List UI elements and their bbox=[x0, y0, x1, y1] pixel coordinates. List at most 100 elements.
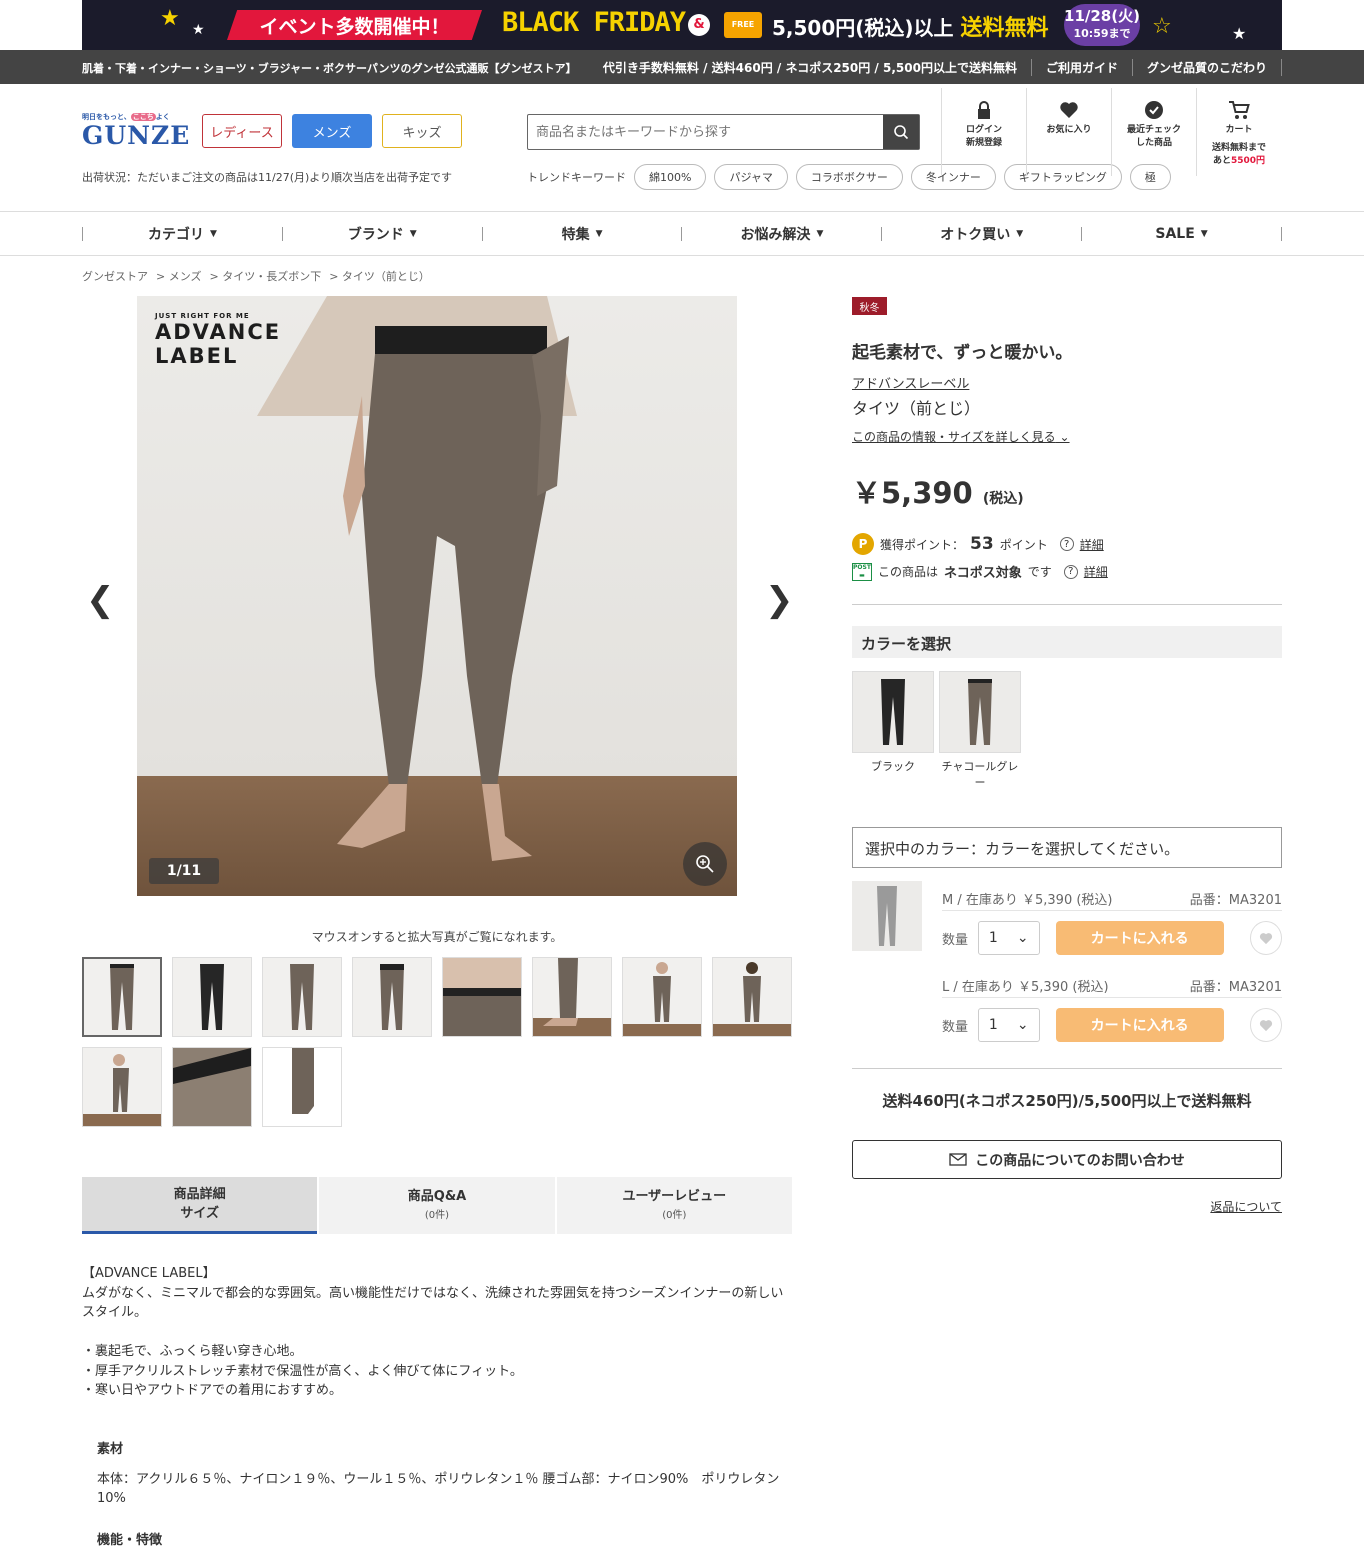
sku-thumbnail bbox=[852, 881, 922, 951]
color-swatch-charcoal[interactable]: チャコールグレー bbox=[939, 671, 1021, 791]
divider bbox=[852, 1068, 1282, 1069]
main-product-image[interactable]: JUST RIGHT FOR ME ADVANCE LABEL 1/11 bbox=[137, 296, 737, 896]
kids-button[interactable]: キッズ bbox=[382, 114, 462, 148]
thumbnail[interactable] bbox=[262, 957, 342, 1037]
thumbnail[interactable] bbox=[442, 957, 522, 1037]
material-section: 素材 本体：アクリル６５％、ナイロン１９％、ウール１５％、ポリウレタン１％ 腰ゴ… bbox=[97, 1440, 787, 1509]
thumbnail[interactable] bbox=[82, 1047, 162, 1127]
description-bullet: ・厚手アクリルストレッチ素材で保温性が高く、よく伸びて体にフィット。 bbox=[82, 1363, 523, 1379]
favorite-toggle[interactable] bbox=[1249, 921, 1282, 955]
heart-icon bbox=[1259, 1019, 1272, 1031]
points-detail-link[interactable]: 詳細 bbox=[1080, 536, 1104, 553]
sku-row-m: M / 在庫あり ￥5,390 (税込) 品番：MA3201 数量 1 ⌄ カートに… bbox=[942, 889, 1282, 955]
guide-link[interactable]: ご利用ガイド bbox=[1032, 59, 1133, 76]
favorite-toggle[interactable] bbox=[1249, 1008, 1282, 1042]
help-icon[interactable]: ? bbox=[1063, 564, 1078, 579]
nav-feature[interactable]: 特集 ▼ bbox=[481, 227, 682, 243]
feature-section: 機能・特徴 bbox=[97, 1531, 787, 1551]
description-bullet: ・裏起毛で、ふっくら軽い穿き心地。 bbox=[82, 1344, 303, 1359]
breadcrumb-item[interactable]: > タイツ・長ズボン下 bbox=[210, 268, 322, 284]
free-shipping-text: 5,500円(税込)以上 送料無料 bbox=[772, 16, 1049, 41]
quantity-select[interactable]: 1 ⌄ bbox=[977, 921, 1040, 955]
star-icon: ★ bbox=[1232, 24, 1247, 43]
color-swatches: ブラック チャコールグレー bbox=[852, 671, 1021, 791]
thumbnail[interactable] bbox=[532, 957, 612, 1037]
site-tagline: 肌着・下着・インナー・ショーツ・ブラジャー・ボクサーパンツのグンゼ公式通販【グン… bbox=[82, 62, 577, 75]
search-button[interactable] bbox=[883, 115, 919, 149]
color-swatch-black[interactable]: ブラック bbox=[852, 671, 934, 791]
quality-link[interactable]: グンゼ品質のこだわり bbox=[1133, 59, 1282, 76]
add-to-cart-button[interactable]: カートに入れる bbox=[1055, 1008, 1224, 1042]
favorite-button[interactable]: お気に入り bbox=[1026, 88, 1111, 176]
promo-banner[interactable]: ★ ★ イベント多数開催中！ BLACK FRIDAY & FREE 5,500… bbox=[82, 0, 1282, 50]
nav-solutions[interactable]: お悩み解決 ▼ bbox=[681, 227, 881, 243]
tab-details[interactable]: 商品詳細 サイズ bbox=[82, 1177, 318, 1234]
season-badge: 秋冬 bbox=[852, 297, 887, 315]
feature-title: 機能・特徴 bbox=[97, 1533, 163, 1548]
material-text: 本体：アクリル６５％、ナイロン１９％、ウール１５％、ポリウレタン１％ 腰ゴム部：… bbox=[97, 1471, 780, 1507]
detail-tabs: 商品詳細 サイズ 商品Q&A (0件) ユーザーレビュー (0件) bbox=[82, 1177, 792, 1234]
lock-icon bbox=[978, 101, 990, 119]
help-icon[interactable]: ? bbox=[1059, 537, 1074, 551]
shipping-info-link[interactable]: 代引き手数料無料 / 送料460円 / ネコポス250円 / 5,500円以上で… bbox=[603, 59, 1032, 76]
quantity-select[interactable]: 1 ⌄ bbox=[977, 1008, 1040, 1042]
divider bbox=[852, 604, 1282, 605]
thumbnail[interactable] bbox=[352, 957, 432, 1037]
description-heading: 【ADVANCE LABEL】 bbox=[82, 1266, 216, 1281]
thumbnail[interactable] bbox=[82, 957, 162, 1037]
cart-icon bbox=[1229, 101, 1250, 119]
product-info-link[interactable]: この商品の情報・サイズを詳しく見る ⌄ bbox=[852, 428, 1070, 445]
gunze-logo[interactable]: 明日をもっと、 ここち よく GUNZE bbox=[82, 112, 189, 152]
prev-image-button[interactable]: ❮ bbox=[86, 580, 115, 620]
thumbnail[interactable] bbox=[622, 957, 702, 1037]
info-bar: 肌着・下着・インナー・ショーツ・ブラジャー・ボクサーパンツのグンゼ公式通販【グン… bbox=[0, 50, 1364, 84]
nav-category[interactable]: カテゴリ ▼ bbox=[82, 227, 282, 243]
product-name: タイツ（前とじ） bbox=[852, 399, 981, 418]
breadcrumb-item[interactable]: グンゼストア bbox=[82, 268, 148, 284]
thumbnail[interactable] bbox=[712, 957, 792, 1037]
trend-chip[interactable]: コラボボクサー bbox=[795, 164, 903, 190]
cart-button[interactable]: カート 送料無料まで あと5500円 bbox=[1196, 88, 1281, 176]
next-image-button[interactable]: ❯ bbox=[765, 580, 794, 620]
tab-qa[interactable]: 商品Q&A (0件) bbox=[319, 1177, 555, 1234]
heart-icon bbox=[1060, 102, 1078, 118]
heart-icon bbox=[1259, 932, 1272, 944]
caret-down-icon: ▼ bbox=[1016, 229, 1024, 239]
selected-color-display: 選択中のカラー：カラーを選択してください。 bbox=[852, 827, 1282, 868]
nekopos-detail-link[interactable]: 詳細 bbox=[1084, 563, 1108, 580]
chevron-down-icon: ⌄ bbox=[1059, 430, 1070, 444]
breadcrumb-item[interactable]: > メンズ bbox=[156, 268, 202, 284]
recent-items-button[interactable]: 最近チェック した商品 bbox=[1111, 88, 1196, 176]
chevron-down-icon: ⌄ bbox=[1016, 930, 1029, 946]
star-icon: ☆ bbox=[1152, 14, 1172, 39]
mens-button[interactable]: メンズ bbox=[292, 114, 372, 148]
black-friday-title: BLACK FRIDAY bbox=[502, 7, 686, 38]
search-box bbox=[527, 114, 920, 150]
add-to-cart-button[interactable]: カートに入れる bbox=[1055, 921, 1224, 955]
thumbnail[interactable] bbox=[262, 1047, 342, 1127]
point-icon: P bbox=[852, 533, 874, 555]
breadcrumb: グンゼストア > メンズ > タイツ・長ズボン下 > タイツ（前とじ） bbox=[82, 268, 430, 284]
tab-reviews[interactable]: ユーザーレビュー (0件) bbox=[556, 1177, 792, 1234]
color-select-heading: カラーを選択 bbox=[852, 626, 1282, 658]
ladies-button[interactable]: レディース bbox=[202, 114, 282, 148]
points-info: P 獲得ポイント： 53 ポイント ? 詳細 bbox=[852, 533, 1104, 555]
trend-chip[interactable]: パジャマ bbox=[714, 164, 788, 190]
thumbnail[interactable] bbox=[172, 957, 252, 1037]
inquiry-button[interactable]: この商品についてのお問い合わせ bbox=[852, 1140, 1282, 1179]
brand-link[interactable]: アドバンスレーベル bbox=[852, 373, 969, 392]
product-description: 【ADVANCE LABEL】 ムダがなく、ミニマルで都会的な雰囲気。高い機能性… bbox=[82, 1264, 792, 1401]
nav-sale[interactable]: SALE ▼ bbox=[1081, 226, 1282, 242]
chevron-down-icon: ⌄ bbox=[1016, 1017, 1029, 1033]
login-button[interactable]: ログイン 新規登録 bbox=[941, 88, 1026, 176]
search-input[interactable] bbox=[528, 115, 883, 149]
trend-chip[interactable]: 綿100% bbox=[634, 164, 707, 190]
shipping-status: 出荷状況：ただいまご注文の商品は11/27(月)より順次当店を出荷予定です bbox=[82, 171, 453, 184]
nav-deals[interactable]: オトク買い ▼ bbox=[881, 227, 1081, 243]
returns-link[interactable]: 返品について bbox=[1210, 1198, 1282, 1215]
zoom-button[interactable] bbox=[683, 842, 727, 886]
main-nav: カテゴリ ▼ ブランド ▼ 特集 ▼ お悩み解決 ▼ オトク買い ▼ SALE ▼ bbox=[0, 211, 1364, 256]
thumbnail[interactable] bbox=[172, 1047, 252, 1127]
deadline-badge: 11/28(火) 10:59まで bbox=[1064, 4, 1140, 46]
nav-brand[interactable]: ブランド ▼ bbox=[281, 227, 482, 243]
